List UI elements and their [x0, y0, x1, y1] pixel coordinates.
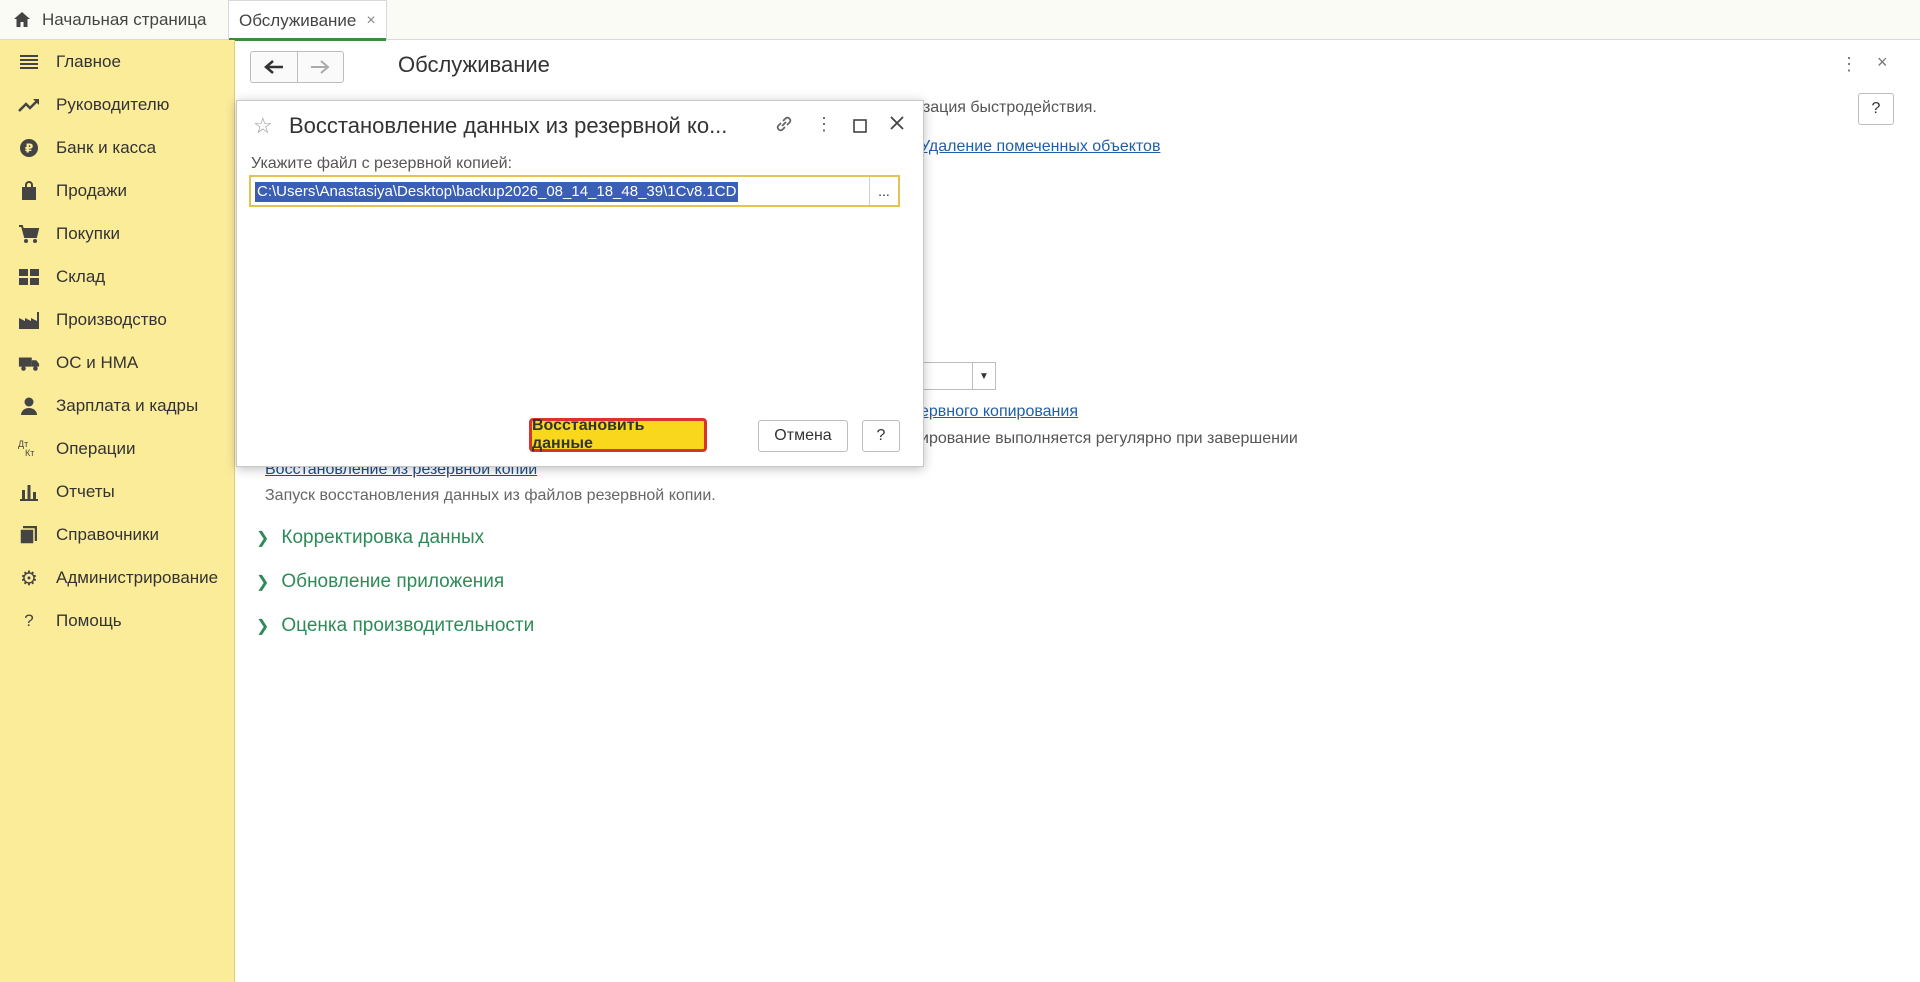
sidebar-item-label: Администрирование [56, 568, 219, 587]
truck-icon [18, 352, 40, 374]
file-path-value: C:\Users\Anastasiya\Desktop\backup2026_0… [255, 182, 739, 202]
backup-file-input[interactable]: C:\Users\Anastasiya\Desktop\backup2026_0… [249, 175, 900, 207]
backup-settings-link[interactable]: ервного копирования [920, 403, 1078, 421]
dt-kt-icon: Дт Кт [18, 438, 40, 460]
arrow-right-icon [311, 60, 330, 74]
chevron-right-icon: ❯ [256, 618, 270, 635]
sidebar-item-purchases[interactable]: Покупки [0, 214, 235, 254]
section-label: Обновление приложения [281, 571, 505, 592]
sidebar-item-label: ОС и НМА [56, 353, 139, 372]
sidebar-item-label: Покупки [56, 224, 120, 243]
close-icon[interactable]: × [1877, 52, 1888, 73]
gear-icon: ⚙ [20, 567, 38, 590]
section-app-update[interactable]: ❯ Обновление приложения [256, 571, 504, 593]
sidebar-item-main[interactable]: Главное [0, 42, 235, 82]
sidebar-item-catalogs[interactable]: Справочники [0, 515, 235, 555]
sidebar: Главное Руководителю ₽ Банк и касса Прод… [0, 40, 235, 982]
tab-maintenance[interactable]: Обслуживание × [228, 0, 387, 41]
question-icon: ? [24, 611, 34, 630]
sidebar-item-warehouse[interactable]: Склад [0, 257, 235, 297]
more-vertical-icon[interactable]: ⋮ [1840, 54, 1858, 75]
history-nav [250, 51, 344, 83]
sidebar-item-manager[interactable]: Руководителю [0, 85, 235, 125]
sidebar-item-label: Склад [56, 267, 106, 286]
dialog-title: Восстановление данных из резервной ко... [289, 113, 728, 138]
dialog-help-button[interactable]: ? [862, 420, 900, 452]
chevron-down-icon: ▼ [972, 363, 995, 389]
ruble-icon: ₽ [18, 137, 40, 159]
sidebar-item-label: Отчеты [56, 482, 115, 501]
section-label: Оценка производительности [281, 615, 535, 636]
tab-home[interactable]: Начальная страница [0, 0, 207, 40]
books-icon [18, 524, 40, 546]
sidebar-item-label: Главное [56, 52, 121, 71]
more-vertical-icon[interactable]: ⋮ [815, 114, 833, 135]
back-button[interactable] [251, 52, 297, 82]
sidebar-item-label: Зарплата и кадры [56, 396, 199, 415]
sidebar-item-operations[interactable]: Дт Кт Операции [0, 429, 235, 469]
sidebar-item-production[interactable]: Производство [0, 300, 235, 340]
sidebar-item-administration[interactable]: ⚙ Администрирование [0, 558, 235, 598]
sidebar-item-label: Руководителю [56, 95, 170, 114]
close-tab-icon[interactable]: × [366, 12, 375, 30]
browse-button[interactable]: ... [869, 177, 898, 205]
sidebar-item-reports[interactable]: Отчеты [0, 472, 235, 512]
trend-icon [18, 94, 40, 116]
sidebar-item-label: Помощь [56, 611, 122, 630]
bar-chart-icon [18, 481, 40, 503]
kt-label: Кт [25, 448, 35, 458]
bag-icon [18, 180, 40, 202]
link-icon[interactable] [773, 113, 795, 140]
sidebar-item-sales[interactable]: Продажи [0, 171, 235, 211]
factory-icon [18, 309, 40, 331]
svg-text:₽: ₽ [25, 142, 33, 156]
sidebar-item-label: Банк и касса [56, 138, 157, 157]
help-button[interactable]: ? [1858, 93, 1894, 125]
arrow-left-icon [263, 60, 283, 74]
sidebar-item-label: Операции [56, 439, 136, 458]
home-icon [14, 12, 30, 27]
cancel-button[interactable]: Отмена [758, 420, 848, 452]
restore-data-button[interactable]: Восстановить данные [529, 417, 707, 452]
optimization-text: мизация быстродействия. [903, 99, 1097, 116]
forward-button[interactable] [296, 52, 344, 82]
sidebar-item-label: Производство [56, 310, 167, 329]
sidebar-item-label: Справочники [56, 525, 159, 544]
warehouse-icon [18, 266, 40, 288]
person-icon [18, 395, 40, 417]
star-icon[interactable]: ☆ [253, 113, 273, 139]
sidebar-item-fixed-assets[interactable]: ОС и НМА [0, 343, 235, 383]
menu-icon [18, 51, 40, 73]
tab-bar: Начальная страница Обслуживание × [0, 0, 1920, 41]
maximize-icon[interactable] [853, 117, 867, 138]
sidebar-item-payroll[interactable]: Зарплата и кадры [0, 386, 235, 426]
delete-marked-link[interactable]: Удаление помеченных объектов [920, 138, 1160, 156]
sidebar-item-label: Продажи [56, 181, 127, 200]
section-performance[interactable]: ❯ Оценка производительности [256, 615, 534, 637]
cart-icon [18, 223, 40, 245]
tab-home-label: Начальная страница [42, 10, 207, 29]
page-title: Обслуживание [398, 52, 550, 77]
sidebar-item-bank[interactable]: ₽ Банк и касса [0, 128, 235, 168]
section-data-correction[interactable]: ❯ Корректировка данных [256, 527, 484, 549]
backup-note: ирование выполняется регулярно при завер… [920, 430, 1298, 447]
restore-dialog: ☆ Восстановление данных из резервной ко.… [236, 100, 924, 467]
backup-mode-select[interactable]: ▼ [920, 362, 996, 390]
sidebar-item-help[interactable]: ? Помощь [0, 601, 235, 641]
chevron-right-icon: ❯ [256, 574, 270, 591]
restore-description: Запуск восстановления данных из файлов р… [265, 487, 716, 504]
chevron-right-icon: ❯ [256, 530, 270, 547]
file-field-label: Укажите файл с резервной копией: [251, 155, 513, 172]
section-label: Корректировка данных [281, 527, 485, 548]
close-icon[interactable] [889, 115, 905, 136]
tab-maintenance-label: Обслуживание [239, 10, 357, 30]
